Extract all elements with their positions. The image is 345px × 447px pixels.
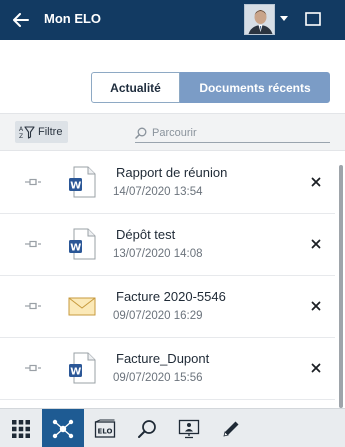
document-date: 09/07/2020 16:29	[113, 310, 203, 322]
presentation-icon	[178, 419, 200, 438]
document-list: W Rapport de réunion 14/07/2020 13:54 W …	[0, 152, 345, 408]
apps-menu-button[interactable]	[0, 409, 42, 447]
close-icon[interactable]	[310, 300, 322, 312]
search-icon	[135, 127, 147, 139]
word-document-icon: W	[69, 228, 96, 260]
grid-menu-icon	[12, 419, 30, 438]
edit-button[interactable]	[210, 409, 252, 447]
pin-icon[interactable]	[25, 240, 41, 248]
app-window: Mon ELO Actualité Documents récents A Z …	[0, 0, 345, 447]
elo-archive-icon: ELO	[94, 419, 116, 438]
svg-text:W: W	[70, 367, 81, 378]
bottom-toolbar: ELO	[0, 408, 345, 447]
page-title: Mon ELO	[44, 11, 102, 26]
close-icon[interactable]	[310, 238, 322, 250]
svg-text:A: A	[19, 126, 24, 133]
filter-label: Filtre	[38, 126, 63, 138]
list-item[interactable]: W Rapport de réunion 14/07/2020 13:54	[0, 152, 335, 214]
header-bar: Mon ELO	[0, 0, 345, 40]
document-title: Dépôt test	[116, 227, 176, 242]
filter-button[interactable]: A Z Filtre	[15, 121, 69, 143]
word-document-icon: W	[69, 166, 96, 198]
close-icon[interactable]	[310, 176, 322, 188]
document-date: 09/07/2020 15:56	[113, 372, 203, 384]
sort-filter-icon: A Z	[19, 126, 35, 139]
search-input[interactable]	[152, 126, 322, 139]
divider	[0, 399, 335, 400]
svg-text:ELO: ELO	[98, 427, 113, 435]
user-photo-icon	[245, 5, 274, 34]
my-elo-button[interactable]	[42, 409, 84, 447]
archive-button[interactable]: ELO	[84, 409, 126, 447]
back-button[interactable]	[10, 9, 32, 31]
svg-text:W: W	[70, 243, 81, 254]
network-icon	[52, 419, 74, 438]
svg-text:W: W	[70, 181, 81, 192]
arrow-left-icon	[13, 13, 29, 27]
window-icon[interactable]	[305, 12, 321, 26]
list-item[interactable]: W Dépôt test 13/07/2020 14:08	[0, 214, 335, 276]
document-date: 13/07/2020 14:08	[113, 248, 203, 260]
pin-icon[interactable]	[25, 178, 41, 186]
svg-text:Z: Z	[19, 133, 23, 139]
list-item[interactable]: Facture 2020-5546 09/07/2020 16:29	[0, 276, 335, 338]
avatar[interactable]	[244, 4, 275, 35]
list-item[interactable]: W Facture_Dupont 09/07/2020 15:56	[0, 338, 335, 400]
scrollbar[interactable]	[339, 165, 343, 408]
view-tabs: Actualité Documents récents	[91, 72, 330, 103]
tab-recent-documents[interactable]: Documents récents	[180, 72, 330, 103]
search-icon	[138, 419, 156, 438]
document-title: Rapport de réunion	[116, 165, 228, 180]
filter-bar: A Z Filtre	[0, 113, 345, 151]
close-icon[interactable]	[310, 362, 322, 374]
document-date: 14/07/2020 13:54	[113, 186, 203, 198]
email-envelope-icon	[68, 297, 96, 316]
search-field	[135, 123, 330, 143]
document-title: Facture 2020-5546	[116, 289, 226, 304]
presentation-button[interactable]	[168, 409, 210, 447]
chevron-down-icon[interactable]	[280, 16, 288, 21]
pencil-icon	[223, 421, 239, 437]
document-title: Facture_Dupont	[116, 351, 210, 366]
tab-news[interactable]: Actualité	[91, 72, 180, 103]
word-document-icon: W	[69, 352, 96, 384]
pin-icon[interactable]	[25, 364, 41, 372]
pin-icon[interactable]	[25, 302, 41, 310]
search-button[interactable]	[126, 409, 168, 447]
